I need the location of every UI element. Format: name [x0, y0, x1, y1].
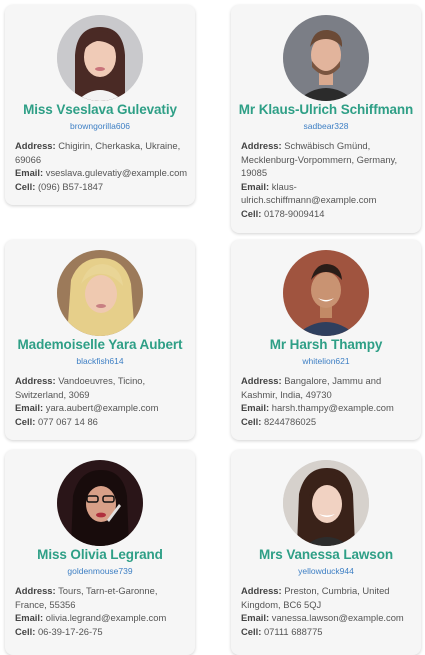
- user-photo-icon: [283, 250, 369, 336]
- email-value: olivia.legrand@example.com: [45, 612, 167, 623]
- user-photo-icon: [57, 460, 143, 546]
- cell-label: Cell:: [15, 415, 36, 427]
- user-photo-icon: [283, 460, 369, 546]
- user-name: Miss Olivia Legrand: [37, 547, 163, 562]
- user-photo-icon: [283, 15, 369, 101]
- cell-label: Cell:: [15, 180, 36, 192]
- user-card: Mrs Vanessa Lawson yellowduck944 Address…: [231, 450, 421, 655]
- username: goldenmouse739: [67, 566, 133, 576]
- avatar: [57, 460, 143, 546]
- email-label: Email:: [15, 612, 44, 623]
- address-label: Address:: [241, 140, 282, 151]
- user-name: Mr Harsh Thampy: [269, 337, 383, 352]
- user-details: Address: Schwäbisch Gmünd, Mecklenburg-V…: [241, 139, 415, 220]
- email-value: vseslava.gulevatiy@example.com: [45, 167, 188, 178]
- avatar: [57, 15, 143, 101]
- user-card: Mademoiselle Yara Aubert blackfish614 Ad…: [5, 240, 195, 440]
- email-label: Email:: [241, 402, 270, 413]
- user-card: Mr Klaus-Ulrich Schiffmann sadbear328 Ad…: [231, 5, 421, 233]
- username: browngorilla606: [69, 121, 130, 131]
- username: sadbear328: [303, 121, 349, 131]
- cell-label: Cell:: [241, 625, 262, 637]
- user-card: Mr Harsh Thampy whitelion621 Address: Ba…: [231, 240, 421, 440]
- cell-label: Cell:: [241, 207, 262, 219]
- user-details: Address: Tours, Tarn-et-Garonne, France,…: [15, 584, 189, 638]
- avatar: [57, 250, 143, 336]
- user-photo-icon: [57, 15, 143, 101]
- email-label: Email:: [241, 180, 270, 192]
- email-label: Email:: [15, 167, 44, 178]
- email-label: Email:: [15, 402, 44, 413]
- address-label: Address:: [241, 375, 282, 386]
- user-card: Miss Olivia Legrand goldenmouse739 Addre…: [5, 450, 195, 655]
- user-details: Address: Bangalore, Jammu and Kashmir, I…: [241, 374, 415, 428]
- address-label: Address:: [15, 375, 56, 386]
- email-value: harsh.thampy@example.com: [271, 402, 394, 413]
- user-name: Mr Klaus-Ulrich Schiffmann: [238, 102, 414, 117]
- cell-value: 0178-9009414: [263, 207, 325, 219]
- address-label: Address:: [15, 140, 56, 151]
- user-name: Miss Vseslava Gulevatiy: [23, 102, 177, 117]
- user-card: Miss Vseslava Gulevatiy browngorilla606 …: [5, 5, 195, 205]
- email-value: yara.aubert@example.com: [45, 402, 159, 413]
- address-label: Address:: [241, 585, 282, 596]
- address-label: Address:: [15, 585, 56, 596]
- cell-label: Cell:: [241, 415, 262, 427]
- user-name: Mademoiselle Yara Aubert: [17, 337, 183, 352]
- avatar: [283, 250, 369, 336]
- user-photo-icon: [57, 250, 143, 336]
- cell-value: 8244786025: [263, 415, 317, 427]
- avatar: [283, 15, 369, 101]
- cell-value: 07111 688775: [263, 625, 323, 637]
- cell-value: 077 067 14 86: [37, 415, 98, 427]
- username: whitelion621: [302, 356, 350, 366]
- username: yellowduck944: [298, 566, 354, 576]
- username: blackfish614: [76, 356, 124, 366]
- user-details: Address: Vandoeuvres, Ticino, Switzerlan…: [15, 374, 189, 428]
- cell-value: 06-39-17-26-75: [37, 625, 103, 637]
- user-details: Address: Chigirin, Cherkaska, Ukraine, 6…: [15, 139, 189, 193]
- email-label: Email:: [241, 612, 270, 623]
- user-details: Address: Preston, Cumbria, United Kingdo…: [241, 584, 415, 638]
- cell-value: (096) B57-1847: [37, 180, 104, 192]
- user-name: Mrs Vanessa Lawson: [258, 547, 393, 562]
- avatar: [283, 460, 369, 546]
- cell-label: Cell:: [15, 625, 36, 637]
- email-value: vanessa.lawson@example.com: [271, 612, 404, 623]
